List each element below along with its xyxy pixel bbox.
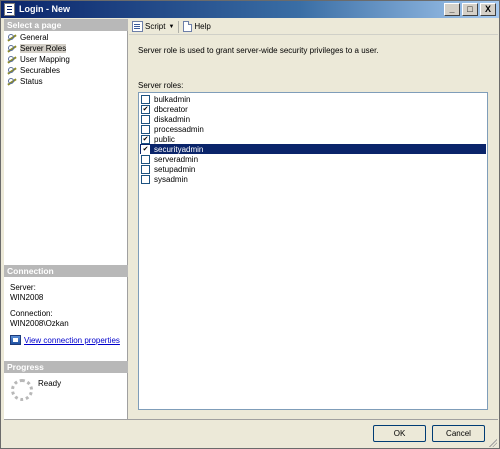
role-name: processadmin	[154, 124, 204, 134]
maximize-button[interactable]: □	[462, 3, 478, 16]
role-checkbox[interactable]: ✔	[141, 104, 150, 114]
wrench-icon	[7, 55, 17, 64]
wrench-icon	[7, 44, 17, 53]
right-pane: Script ▼ Help Server role is used to gra…	[129, 19, 498, 419]
select-page-header: Select a page	[4, 19, 128, 31]
role-checkbox[interactable]: ✔	[141, 144, 150, 154]
role-row-dbcreator[interactable]: ✔ dbcreator	[140, 104, 486, 114]
description-text: Server role is used to grant server-wide…	[138, 46, 379, 55]
role-row-securityadmin[interactable]: ✔ securityadmin	[140, 144, 486, 154]
page-item-server-roles[interactable]: Server Roles	[7, 43, 67, 54]
progress-header: Progress	[4, 361, 128, 373]
login-new-dialog: Login - New _ □ X Select a page General …	[0, 0, 500, 449]
connection-label: Connection:	[10, 309, 53, 318]
role-name: public	[154, 134, 175, 144]
role-row-setupadmin[interactable]: setupadmin	[140, 164, 486, 174]
role-checkbox[interactable]	[141, 154, 150, 164]
page-label: Securables	[20, 66, 61, 75]
role-name: securityadmin	[154, 144, 204, 154]
role-checkbox[interactable]	[141, 114, 150, 124]
wrench-icon	[7, 77, 17, 86]
toolbar: Script ▼ Help	[129, 19, 498, 35]
page-label: Server Roles	[20, 44, 67, 53]
page-item-user-mapping[interactable]: User Mapping	[7, 54, 70, 65]
role-name: diskadmin	[154, 114, 191, 124]
script-button[interactable]: Script ▼	[132, 20, 174, 34]
role-name: serveradmin	[154, 154, 199, 164]
progress-spinner-icon	[11, 379, 33, 401]
window-icon	[4, 3, 15, 16]
page-item-securables[interactable]: Securables	[7, 65, 60, 76]
page-label: User Mapping	[20, 55, 70, 64]
close-button[interactable]: X	[480, 3, 496, 16]
role-name: bulkadmin	[154, 94, 191, 104]
connection-value: WIN2008\Ozkan	[10, 319, 69, 328]
properties-icon	[10, 335, 21, 345]
server-roles-list[interactable]: bulkadmin ✔ dbcreator diskadmin processa…	[138, 92, 488, 410]
window-title: Login - New	[19, 4, 70, 14]
role-row-processadmin[interactable]: processadmin	[140, 124, 486, 134]
cancel-button[interactable]: Cancel	[432, 425, 485, 442]
role-checkbox[interactable]: ✔	[141, 134, 150, 144]
toolbar-separator	[178, 20, 180, 33]
resize-grip-icon[interactable]	[487, 437, 497, 447]
minimize-button[interactable]: _	[444, 3, 460, 16]
role-row-bulkadmin[interactable]: bulkadmin	[140, 94, 486, 104]
role-row-public[interactable]: ✔ public	[140, 134, 486, 144]
view-connection-properties-label[interactable]: View connection properties	[24, 336, 120, 345]
server-label: Server:	[10, 283, 36, 292]
connection-header: Connection	[4, 265, 128, 277]
help-icon	[183, 21, 193, 32]
script-icon	[132, 21, 143, 32]
help-label: Help	[194, 22, 211, 31]
ok-button[interactable]: OK	[373, 425, 426, 442]
page-item-general[interactable]: General	[7, 32, 48, 43]
role-name: dbcreator	[154, 104, 188, 114]
role-name: setupadmin	[154, 164, 196, 174]
role-name: sysadmin	[154, 174, 188, 184]
page-item-status[interactable]: Status	[7, 76, 43, 87]
page-label: General	[20, 33, 49, 42]
role-row-sysadmin[interactable]: sysadmin	[140, 174, 486, 184]
role-row-serveradmin[interactable]: serveradmin	[140, 154, 486, 164]
wrench-icon	[7, 33, 17, 42]
chevron-down-icon[interactable]: ▼	[168, 24, 174, 30]
script-label: Script	[145, 22, 166, 31]
view-connection-properties-link[interactable]: View connection properties	[10, 335, 120, 345]
server-value: WIN2008	[10, 293, 44, 302]
role-checkbox[interactable]	[141, 124, 150, 134]
dialog-button-bar: OK Cancel	[4, 419, 498, 448]
role-row-diskadmin[interactable]: diskadmin	[140, 114, 486, 124]
left-pane: Select a page General Server Roles User …	[4, 19, 128, 419]
role-checkbox[interactable]	[141, 174, 150, 184]
page-label: Status	[20, 77, 43, 86]
role-checkbox[interactable]	[141, 94, 150, 104]
progress-status: Ready	[38, 379, 62, 388]
title-bar[interactable]: Login - New _ □ X	[1, 1, 499, 18]
help-button[interactable]: Help	[183, 20, 211, 34]
role-checkbox[interactable]	[141, 164, 150, 174]
wrench-icon	[7, 66, 17, 75]
server-roles-label: Server roles:	[138, 81, 184, 90]
